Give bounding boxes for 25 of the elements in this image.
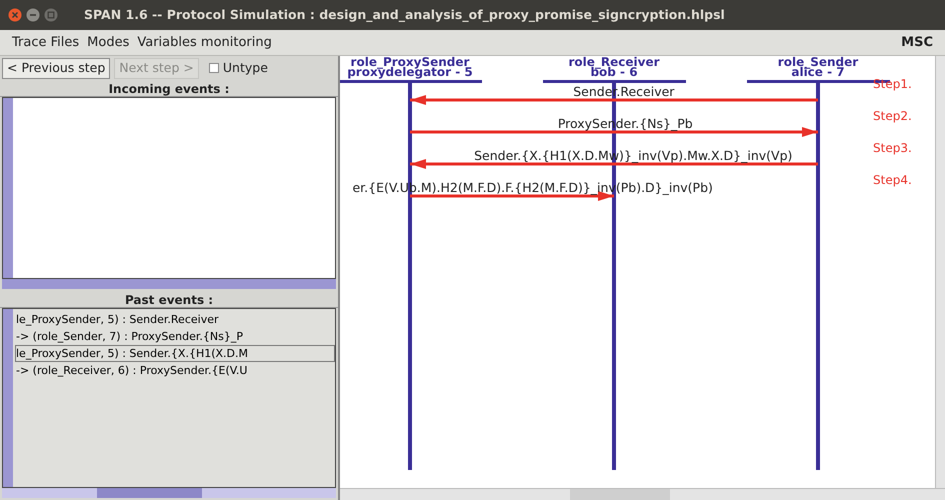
menu-item[interactable]: Modes xyxy=(87,32,130,52)
event-item[interactable]: -> (role_Receiver, 6) : ProxySender.{E(V.U xyxy=(15,362,335,379)
step-label: Step2. xyxy=(873,109,912,123)
maximize-icon[interactable] xyxy=(44,8,58,22)
menu-item[interactable]: Variables monitoring xyxy=(137,32,272,52)
checkbox-label[interactable]: Untype xyxy=(222,58,268,78)
step-label: Step4. xyxy=(873,173,912,187)
event-item[interactable]: -> (role_Sender, 7) : ProxySender.{Ns}_P xyxy=(15,328,335,345)
window-title: SPAN 1.6 -- Protocol Simulation : design_and_analysis_of_proxy_promise_signcryption.hlpsl xyxy=(84,6,725,24)
horizontal-scrollbar[interactable] xyxy=(2,279,336,289)
close-icon[interactable] xyxy=(8,8,22,22)
step-label: Step1. xyxy=(873,77,912,91)
vertical-scrollbar[interactable] xyxy=(935,56,945,488)
vertical-scrollbar[interactable] xyxy=(3,309,13,487)
event-item[interactable]: le_ProxySender, 5) : Sender.{X.{H1(X.D.M xyxy=(15,345,335,362)
vertical-scrollbar[interactable] xyxy=(3,98,13,278)
event-item[interactable]: le_ProxySender, 5) : Sender.Receiver xyxy=(15,311,335,328)
step-label: Step3. xyxy=(873,141,912,155)
horizontal-scrollbar[interactable] xyxy=(340,488,945,500)
checkbox[interactable] xyxy=(208,63,219,73)
step-button[interactable]: < Previous step xyxy=(2,58,110,78)
view-label: MSC xyxy=(901,34,933,52)
minimize-icon[interactable] xyxy=(26,8,40,22)
menu-item[interactable]: Trace Files xyxy=(12,32,80,52)
horizontal-scrollbar[interactable] xyxy=(2,488,336,498)
